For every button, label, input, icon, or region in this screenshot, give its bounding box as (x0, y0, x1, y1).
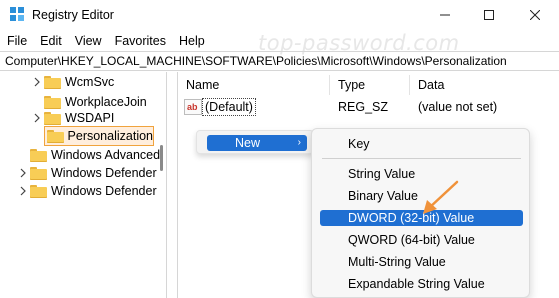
menu-item-new[interactable]: New › (207, 135, 307, 151)
maximize-button[interactable] (466, 0, 512, 30)
submenu-item-qword-value[interactable]: QWORD (64-bit) Value (320, 232, 523, 248)
annotation-arrow-icon (423, 180, 459, 214)
chevron-right-icon[interactable] (32, 77, 42, 87)
tree-item-windows-advanced[interactable]: Windows Advanced (28, 145, 160, 165)
folder-icon (30, 184, 47, 198)
folder-icon (44, 95, 61, 109)
tree-item-wsdapi[interactable]: WSDAPI (32, 108, 114, 128)
tree-scrollbar-thumb[interactable] (160, 145, 163, 171)
address-bar[interactable]: Computer\HKEY_LOCAL_MACHINE\SOFTWARE\Pol… (0, 51, 559, 71)
menu-separator (322, 158, 521, 159)
column-separator[interactable] (409, 75, 410, 95)
tree-item-windows-defender-1[interactable]: Windows Defender (18, 163, 157, 183)
tree-item-windows-defender-2[interactable]: Windows Defender (18, 181, 157, 201)
tree-item-label: Windows Defender (51, 184, 157, 198)
column-header-name[interactable]: Name (186, 78, 219, 92)
folder-icon (47, 129, 64, 143)
close-icon (530, 10, 540, 20)
tree-item-label: Windows Advanced (51, 148, 161, 162)
submenu-item-key[interactable]: Key (320, 136, 523, 152)
tree-item-label: Windows Defender (51, 166, 157, 180)
menu-help[interactable]: Help (172, 31, 211, 51)
value-type: REG_SZ (338, 100, 389, 114)
chevron-right-icon[interactable] (32, 113, 42, 123)
title-bar: Registry Editor (0, 0, 559, 30)
menu-favorites[interactable]: Favorites (108, 31, 172, 51)
menu-bar: File Edit View Favorites Help (0, 31, 211, 51)
value-name: (Default) (202, 98, 256, 116)
pane-divider[interactable] (166, 72, 167, 298)
folder-icon (44, 111, 61, 125)
list-item[interactable]: ab (Default) REG_SZ (value not set) (178, 98, 559, 116)
chevron-right-icon[interactable] (18, 168, 28, 178)
column-header-type[interactable]: Type (338, 78, 365, 92)
folder-icon (30, 148, 47, 162)
value-data: (value not set) (418, 100, 498, 114)
column-separator[interactable] (329, 75, 330, 95)
registry-editor-app-icon (10, 7, 24, 21)
chevron-right-icon: › (297, 137, 301, 148)
key-tree: WcmSvc WorkplaceJoin WSDAPI Personalizat… (0, 72, 166, 298)
tree-item-label: WSDAPI (65, 111, 115, 125)
column-header-data[interactable]: Data (418, 78, 444, 92)
menu-edit[interactable]: Edit (33, 31, 68, 51)
tree-item-label: WorkplaceJoin (65, 95, 147, 109)
context-menu: New › (196, 130, 314, 154)
submenu-item-multi-string-value[interactable]: Multi-String Value (320, 254, 523, 270)
minimize-button[interactable] (422, 0, 468, 30)
submenu-item-expandable-string-value[interactable]: Expandable String Value (320, 276, 523, 292)
folder-icon (44, 75, 61, 89)
menu-file[interactable]: File (0, 31, 33, 51)
maximize-icon (484, 10, 494, 20)
folder-icon (30, 166, 47, 180)
chevron-right-icon[interactable] (18, 186, 28, 196)
close-button[interactable] (512, 0, 558, 30)
string-value-icon: ab (184, 99, 202, 115)
tree-item-personalization[interactable]: Personalization (44, 126, 154, 146)
menu-view[interactable]: View (68, 31, 108, 51)
tree-item-wcmsvc[interactable]: WcmSvc (32, 72, 114, 92)
tree-item-label: Personalization (67, 129, 153, 143)
minimize-icon (440, 14, 450, 16)
tree-item-label: WcmSvc (65, 75, 115, 89)
menu-item-new-label: New (235, 136, 261, 150)
window-title: Registry Editor (32, 8, 114, 22)
